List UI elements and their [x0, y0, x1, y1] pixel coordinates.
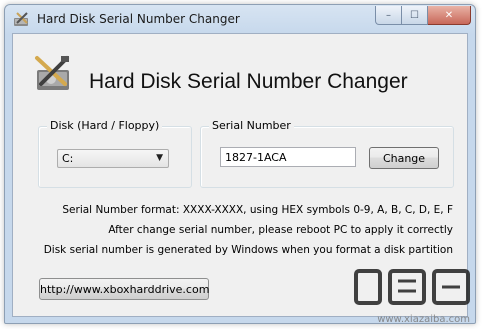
chevron-down-icon: ▼ [156, 153, 163, 163]
website-link-button[interactable]: http://www.xboxharddrive.com [39, 278, 209, 300]
serial-group-label: Serial Number [209, 119, 294, 132]
hard-disk-tool-icon [35, 56, 69, 90]
disk-group: Disk (Hard / Floppy) C: ▼ [38, 119, 192, 188]
window-title: Hard Disk Serial Number Changer [37, 12, 240, 26]
app-heading: Hard Disk Serial Number Changer [89, 70, 408, 93]
app-icon [14, 12, 28, 26]
watermark-text: www.xiazaiba.com [377, 314, 470, 325]
title-bar[interactable]: Hard Disk Serial Number Changer – ☐ ✕ [5, 5, 475, 33]
maximize-icon: ☐ [410, 9, 419, 21]
drive-select-value: C: [62, 152, 74, 165]
window-controls: – ☐ ✕ [375, 6, 471, 25]
close-icon: ✕ [444, 9, 454, 21]
info-reboot: After change serial number, please reboo… [108, 224, 453, 236]
disk-group-label: Disk (Hard / Floppy) [47, 119, 163, 132]
minimize-button[interactable]: – [375, 6, 402, 25]
watermark-glyph-icon [354, 269, 470, 305]
close-button[interactable]: ✕ [428, 6, 471, 25]
change-button[interactable]: Change [369, 147, 439, 169]
minimize-icon: – [386, 9, 391, 21]
info-format: Serial Number format: XXXX-XXXX, using H… [62, 204, 453, 216]
drive-select[interactable]: C: ▼ [57, 149, 169, 168]
watermark-logo: www.xiazaiba.com [338, 265, 478, 325]
maximize-button[interactable]: ☐ [402, 6, 428, 25]
serial-group: Serial Number 1827-1ACA Change [200, 119, 454, 188]
serial-number-input[interactable]: 1827-1ACA [220, 147, 356, 167]
info-generated: Disk serial number is generated by Windo… [43, 244, 453, 256]
